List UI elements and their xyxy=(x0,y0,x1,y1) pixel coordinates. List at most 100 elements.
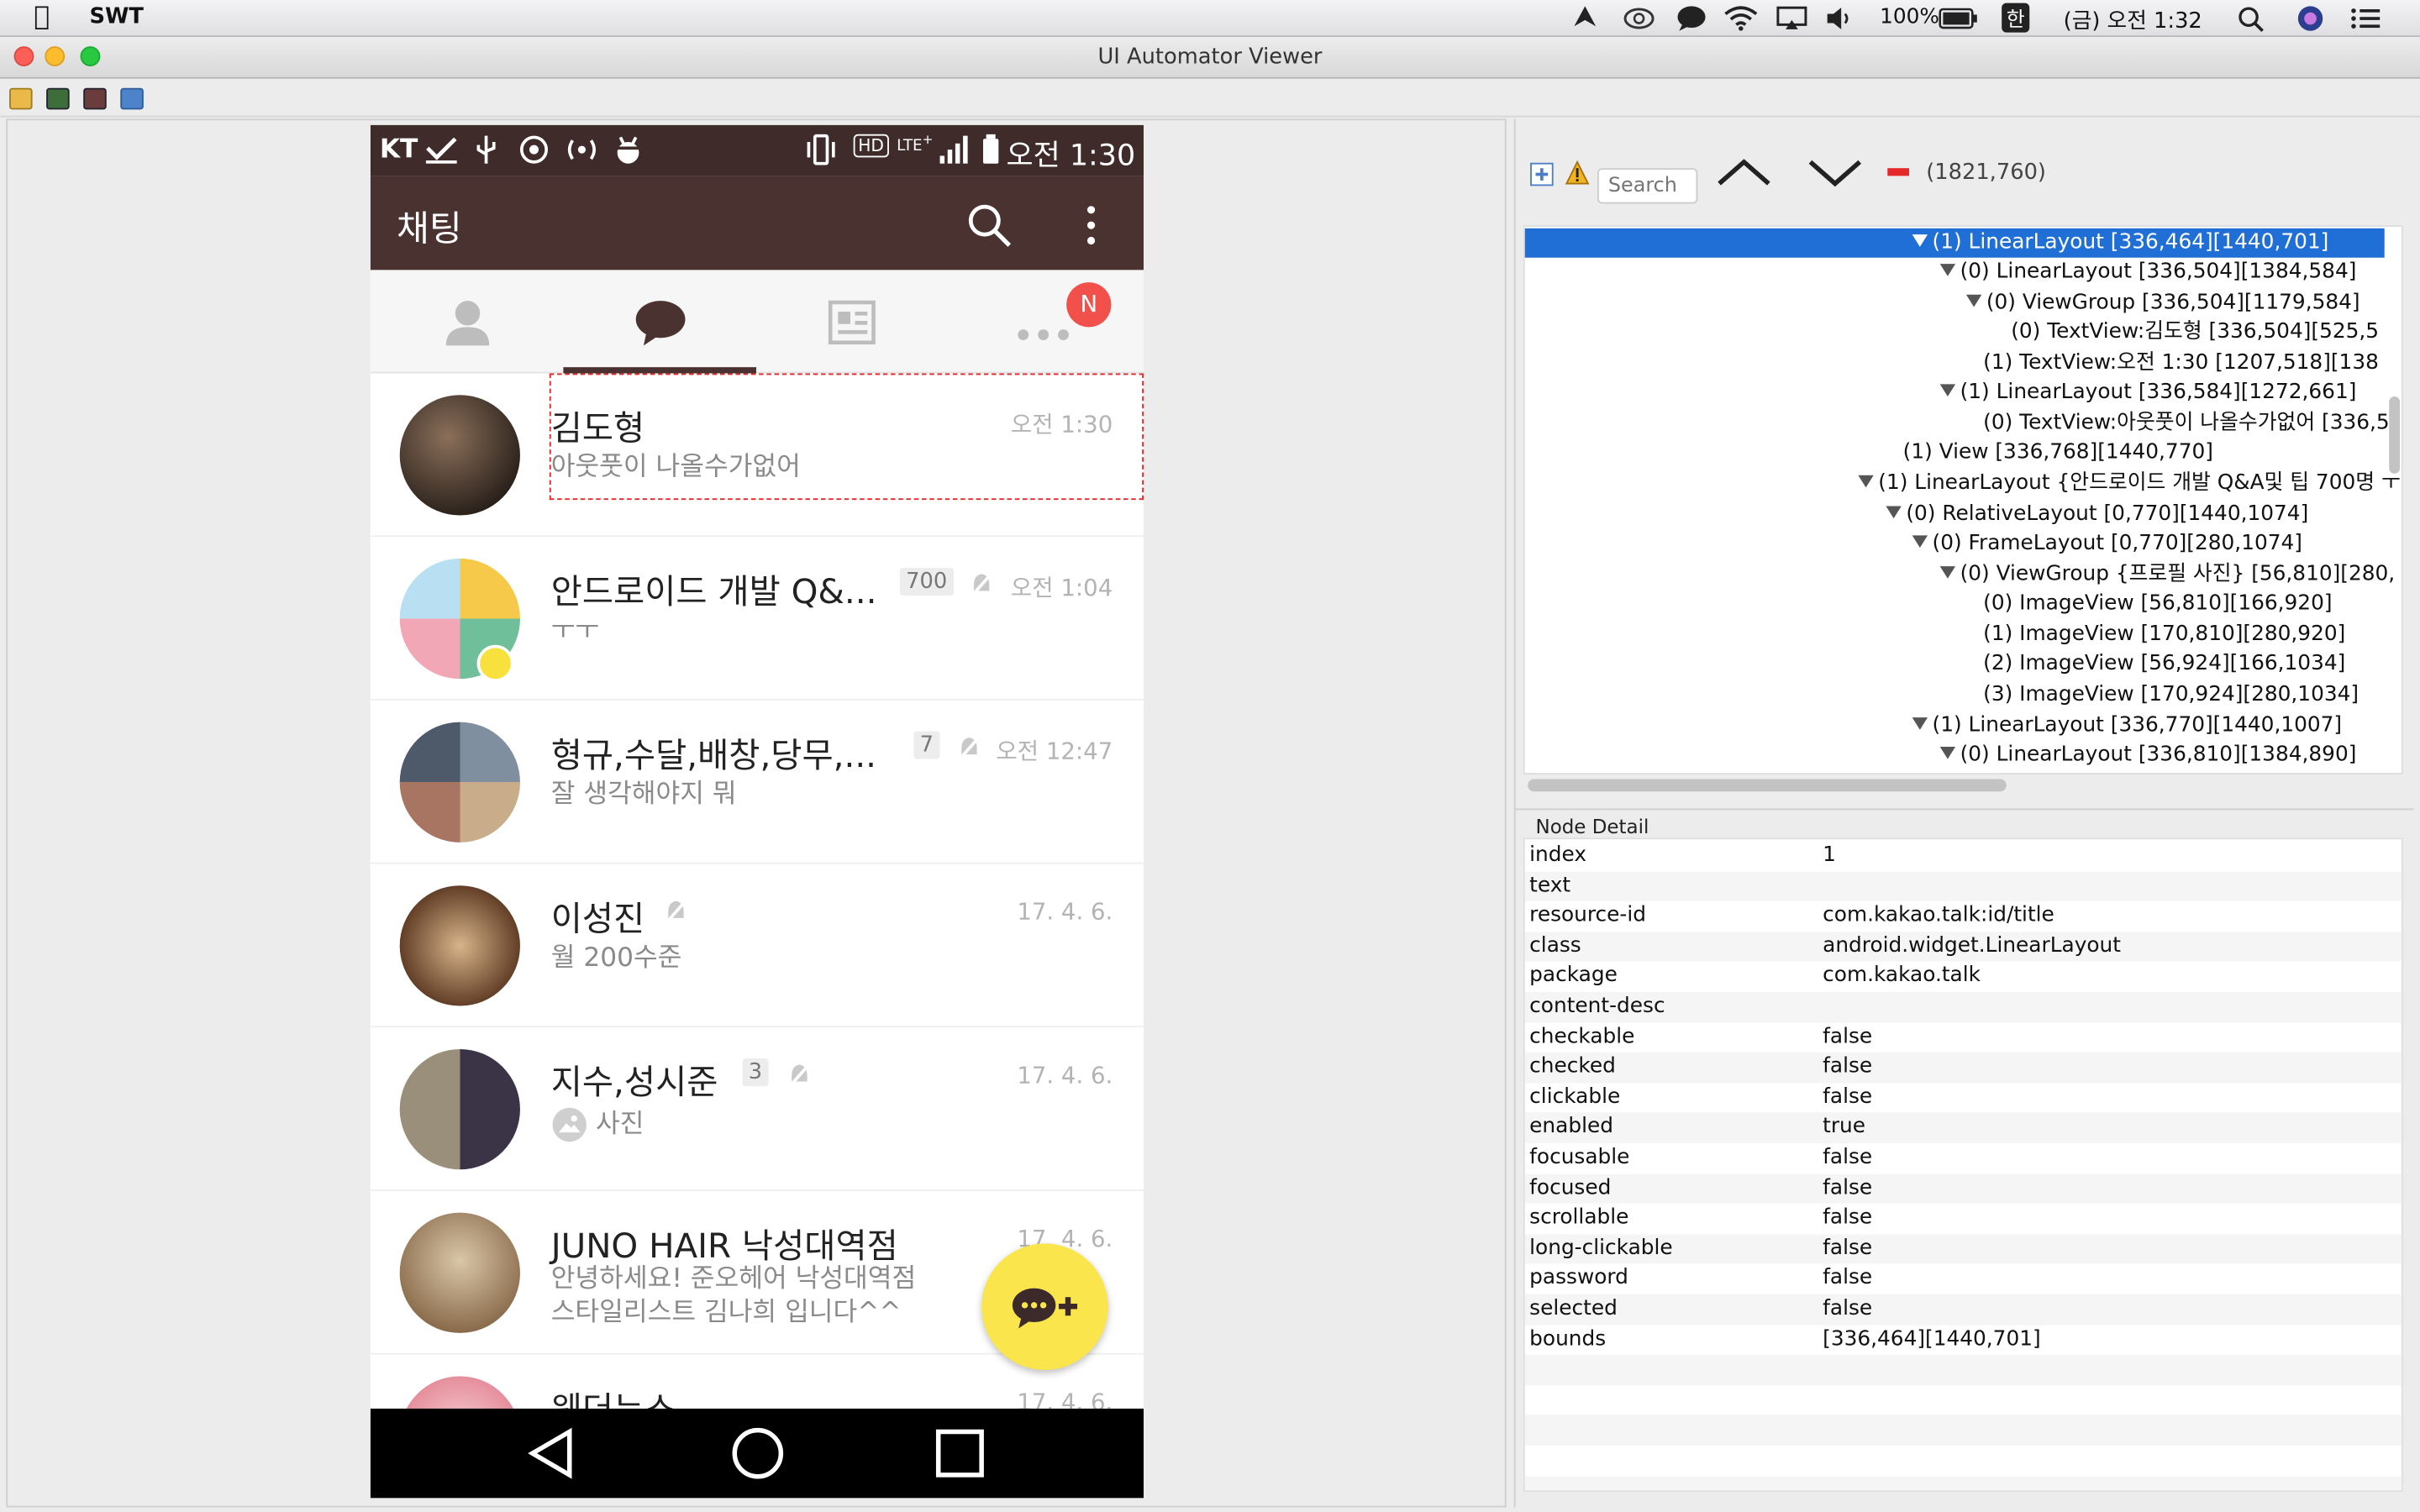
siri-icon[interactable] xyxy=(2296,5,2324,39)
input-source-icon[interactable]: 한 xyxy=(2002,3,2030,33)
bluetooth-app-icon[interactable] xyxy=(1570,3,1601,37)
warning-icon[interactable] xyxy=(1565,160,1590,192)
tree-node[interactable]: (1) LinearLayout [336,584][1272,661] xyxy=(1939,378,2356,407)
tree-search-input[interactable] xyxy=(1597,168,1698,204)
tree-node[interactable]: (1) LinearLayout {안드로이드 개발 Q&A및 팁 700명 ㅜ xyxy=(1858,469,2401,498)
tree-node[interactable]: (0) TextView:아웃풋이 나올수가없어 [336,5 xyxy=(1983,409,2390,438)
airplay-icon[interactable] xyxy=(1776,6,1807,37)
detail-row[interactable]: content-desc xyxy=(1524,991,2402,1022)
tree-node[interactable]: (0) ViewGroup [336,504][1179,584] xyxy=(1965,288,2360,318)
detail-row[interactable]: checkable false xyxy=(1525,1022,2402,1053)
detail-row[interactable]: resource-id com.kakao.talk:id/title xyxy=(1525,901,2402,932)
tree-node[interactable]: (1) LinearLayout [336,464][1440,701] xyxy=(1912,228,2328,258)
detail-row[interactable]: clickable false xyxy=(1525,1083,2402,1113)
tab-chats-icon[interactable] xyxy=(634,299,687,354)
device-screenshot-compressed-icon[interactable] xyxy=(83,87,107,110)
app-bar-title: 채팅 xyxy=(397,209,462,250)
detail-row[interactable]: long-clickable false xyxy=(1524,1233,2402,1264)
detail-row[interactable]: selected false xyxy=(1524,1294,2402,1325)
save-icon[interactable] xyxy=(120,87,144,110)
chat-message-line2: 스타일리스트 김나희 입니다^^ xyxy=(550,1297,902,1329)
detail-row[interactable]: focused false xyxy=(1524,1173,2402,1204)
open-chat-badge-icon xyxy=(476,644,514,682)
tree-node[interactable]: (0) RelativeLayout [0,770][1440,1074] xyxy=(1886,500,2308,529)
overflow-menu-icon[interactable] xyxy=(1085,205,1097,251)
android-debug-icon xyxy=(613,134,644,171)
app-bar: 채팅 xyxy=(370,176,1144,270)
detail-row[interactable]: class android.widget.LinearLayout xyxy=(1524,931,2402,962)
volume-icon[interactable] xyxy=(1826,6,1854,37)
detail-row[interactable]: focusable false xyxy=(1525,1143,2402,1173)
mute-bell-icon xyxy=(957,734,981,762)
app-menu[interactable]: SWT xyxy=(90,5,144,29)
tree-node[interactable]: (0) LinearLayout [336,504][1384,584] xyxy=(1939,258,2356,287)
detail-row[interactable]: package com.kakao.talk xyxy=(1525,962,2402,992)
notification-center-icon[interactable] xyxy=(2350,6,2381,37)
tab-friends-icon[interactable] xyxy=(443,297,492,353)
detail-row[interactable]: text xyxy=(1524,870,2402,901)
tree-node[interactable]: (1) TextView:오전 1:30 [1207,518][138 xyxy=(1983,349,2379,378)
pane-divider[interactable] xyxy=(1513,808,2414,811)
chat-message: 안녕하세요! 준오헤어 낙성대역점 xyxy=(550,1263,917,1294)
tree-vertical-scrollbar[interactable] xyxy=(2389,396,2401,474)
expand-all-icon[interactable] xyxy=(1529,162,1554,193)
recents-icon[interactable] xyxy=(935,1429,985,1484)
open-icon[interactable] xyxy=(9,87,33,110)
tree-node[interactable]: (0) TextView:김도형 [336,504][525,5 xyxy=(2011,318,2379,347)
detail-row[interactable]: password false xyxy=(1525,1264,2402,1294)
detail-row[interactable]: index 1 xyxy=(1525,841,2402,871)
empty-row xyxy=(1524,1354,2402,1385)
hierarchy-tree[interactable]: (1) LinearLayout [336,464][1440,701] (0)… xyxy=(1523,225,2403,775)
tree-node[interactable]: (2) ImageView [56,924][166,1034] xyxy=(1983,649,2345,679)
chat-row[interactable]: 형규,수달,배창,당무,... 7 잘 생각해야지 뭐 오전 12:47 xyxy=(370,700,1144,864)
detail-row[interactable]: enabled true xyxy=(1524,1112,2402,1143)
tree-node[interactable]: (0) FrameLayout [0,770][280,1074] xyxy=(1912,529,2302,559)
previous-node-icon[interactable] xyxy=(1716,157,1771,194)
menubar-clock[interactable]: (금) 오전 1:32 xyxy=(2064,5,2202,36)
next-node-icon[interactable] xyxy=(1807,157,1863,194)
chat-row[interactable]: 김도형 아웃풋이 나올수가없어 오전 1:30 xyxy=(370,373,1144,538)
tree-node[interactable]: (0) ViewGroup {프로필 사진} [56,810][280, xyxy=(1939,560,2395,590)
tree-node[interactable]: (0) ImageView [56,810][166,920] xyxy=(1983,590,2332,619)
messages-icon[interactable] xyxy=(1676,5,1707,38)
spotlight-icon[interactable] xyxy=(2238,6,2265,39)
avatar xyxy=(399,722,520,843)
vibrate-icon xyxy=(802,134,839,171)
tab-channel-icon[interactable] xyxy=(827,297,876,353)
creative-cloud-icon[interactable] xyxy=(1623,5,1655,36)
chat-name: 안드로이드 개발 Q&... xyxy=(550,574,877,613)
chat-row[interactable]: 이성진 월 200수준 17. 4. 6. xyxy=(370,864,1144,1028)
wifi-icon[interactable] xyxy=(1724,5,1758,38)
avatar xyxy=(399,885,520,1006)
member-count-badge: 7 xyxy=(913,731,940,759)
chat-row[interactable]: 안드로이드 개발 Q&... 700 ㅜㅜ 오전 1:04 xyxy=(370,537,1144,701)
tree-node[interactable]: (0) LinearLayout [336,810][1384,890] xyxy=(1939,741,2356,770)
chat-name: JUNO HAIR 낙성대역점 xyxy=(550,1228,898,1267)
detail-row[interactable]: checked false xyxy=(1524,1052,2402,1083)
device-screenshot[interactable]: KT HD LTE+ 오전 1:30 채팅 N 김도형 아웃풋이 나올수가없어 … xyxy=(370,124,1144,1499)
detail-row[interactable]: scrollable false xyxy=(1525,1204,2402,1234)
tree-node[interactable]: (1) ImageView [170,810][280,920] xyxy=(1983,620,2345,649)
device-screenshot-icon[interactable] xyxy=(46,87,70,110)
mute-bell-icon xyxy=(787,1062,812,1089)
tab-more-icon[interactable] xyxy=(1017,318,1069,347)
node-detail-title: Node Detail xyxy=(1535,814,1649,838)
back-icon[interactable] xyxy=(526,1427,576,1486)
chat-row[interactable]: 지수,성시준 3 사진 17. 4. 6. xyxy=(370,1027,1144,1191)
battery-percent: 100% xyxy=(1880,4,1940,29)
clear-selection-icon[interactable] xyxy=(1887,168,1909,176)
apple-icon[interactable]:  xyxy=(34,2,50,33)
detail-row[interactable]: bounds [336,464][1440,701] xyxy=(1525,1325,2402,1355)
tree-node[interactable]: (1) View [336,768][1440,770] xyxy=(1903,438,2213,468)
new-chat-fab[interactable] xyxy=(981,1243,1108,1370)
tree-node[interactable]: (1) LinearLayout [336,770][1440,1007] xyxy=(1912,711,2342,741)
tree-node[interactable]: (3) ImageView [170,924][280,1034] xyxy=(1983,680,2359,710)
cursor-coordinates: (1821,760) xyxy=(1926,160,2046,186)
search-icon[interactable] xyxy=(966,202,1013,255)
tree-horizontal-scrollbar[interactable] xyxy=(1528,779,2007,792)
battery-icon[interactable] xyxy=(1939,8,1979,35)
chat-time: 오전 12:47 xyxy=(996,737,1113,766)
macos-menubar:  SWT 100% 한 (금) 오전 1:32 xyxy=(0,0,2420,39)
empty-row xyxy=(1524,1415,2402,1446)
home-icon[interactable] xyxy=(730,1425,786,1487)
